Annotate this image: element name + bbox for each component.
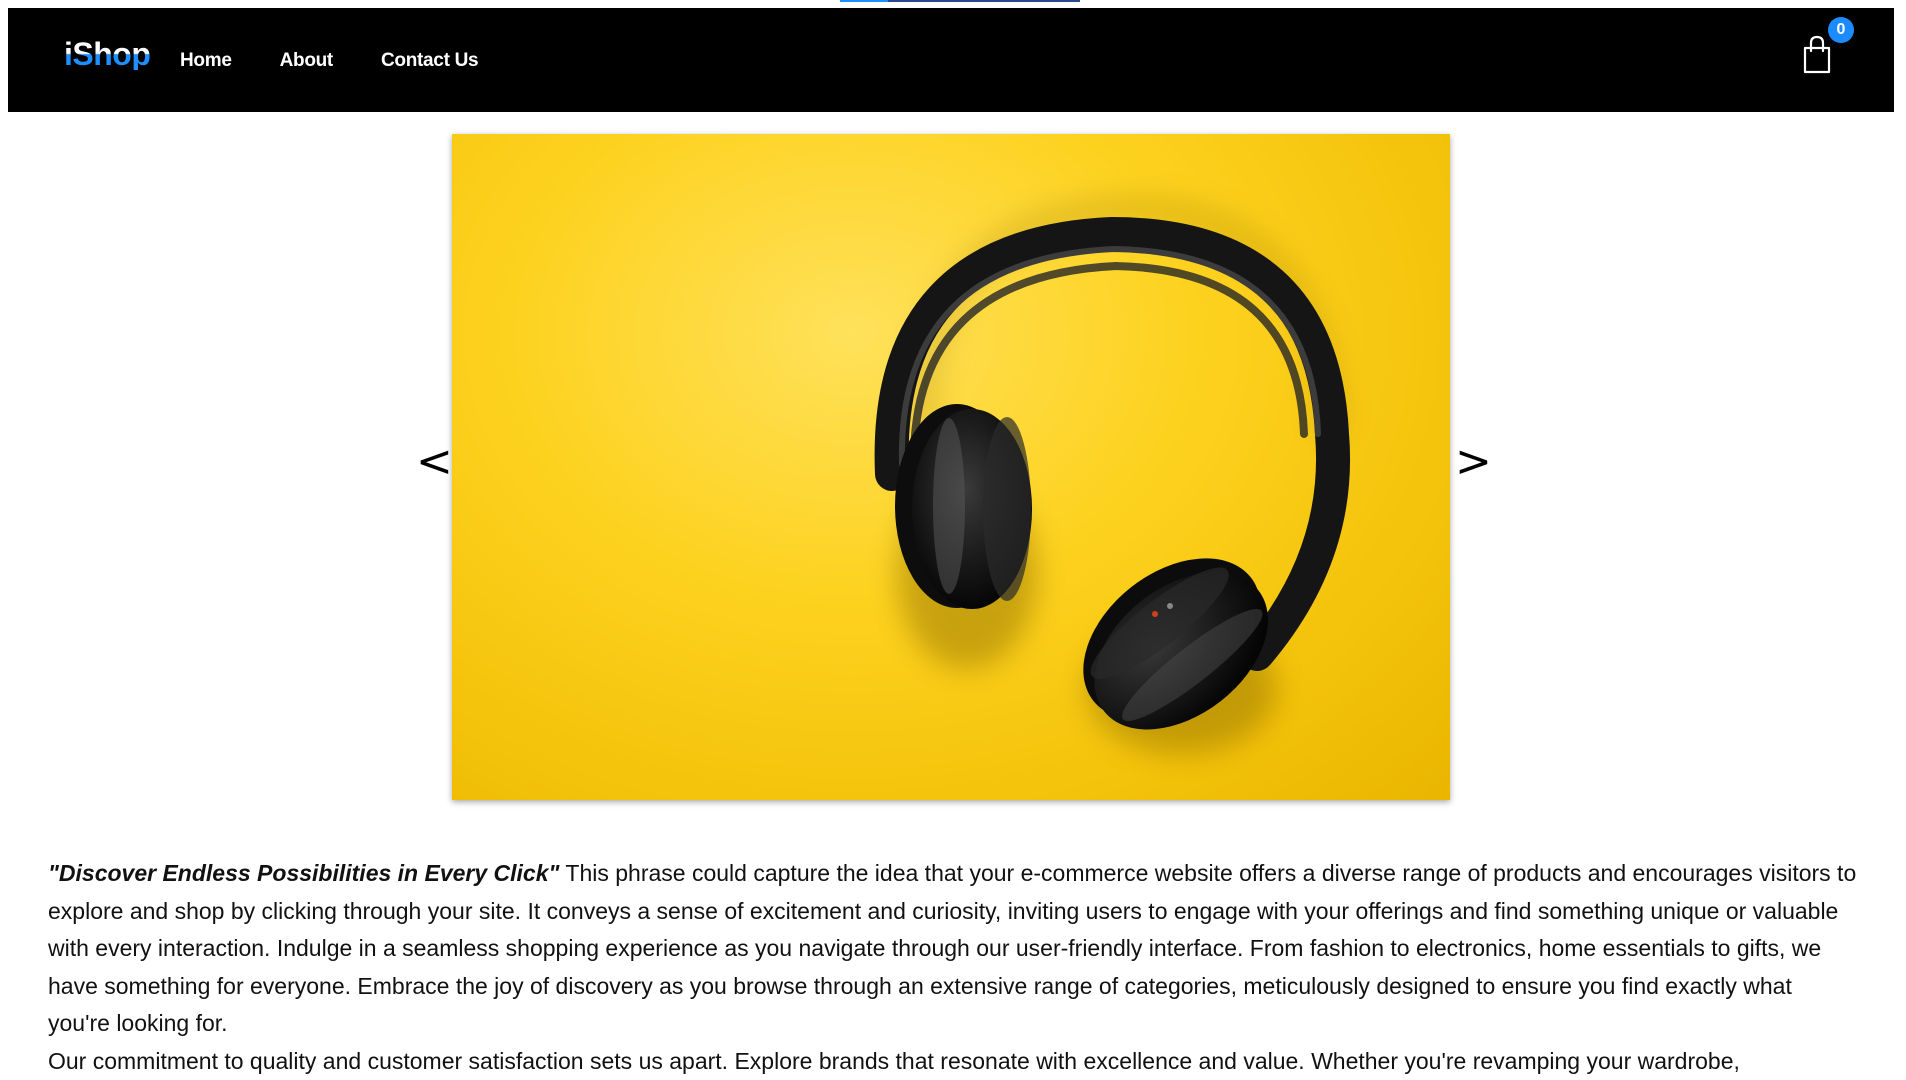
cart-button[interactable] xyxy=(1802,34,1832,74)
loading-indicator xyxy=(840,0,1080,2)
intro-paragraph: "Discover Endless Possibilities in Every… xyxy=(48,855,1858,1043)
brand-logo[interactable]: iShop xyxy=(64,38,151,70)
intro-body: This phrase could capture the idea that … xyxy=(48,860,1857,1036)
headphones-image xyxy=(874,196,1351,754)
tagline: "Discover Endless Possibilities in Every… xyxy=(48,860,560,886)
cart-count-badge: 0 xyxy=(1828,17,1854,43)
nav-link-home[interactable]: Home xyxy=(180,50,232,72)
shopping-bag-icon xyxy=(1803,35,1831,74)
nav-link-about[interactable]: About xyxy=(280,50,334,72)
carousel-next-button[interactable]: > xyxy=(1455,440,1492,484)
commitment-paragraph: Our commitment to quality and customer s… xyxy=(48,1047,1740,1074)
page: iShop Home About Contact Us 0 < > "Disco… xyxy=(0,0,1906,1080)
nav-links: Home About Contact Us xyxy=(180,50,526,72)
carousel-slide-image xyxy=(452,134,1450,800)
navbar: iShop Home About Contact Us xyxy=(8,8,1894,112)
intro-text: "Discover Endless Possibilities in Every… xyxy=(48,855,1858,1080)
nav-link-contact[interactable]: Contact Us xyxy=(381,50,479,72)
carousel-prev-button[interactable]: < xyxy=(416,440,453,484)
